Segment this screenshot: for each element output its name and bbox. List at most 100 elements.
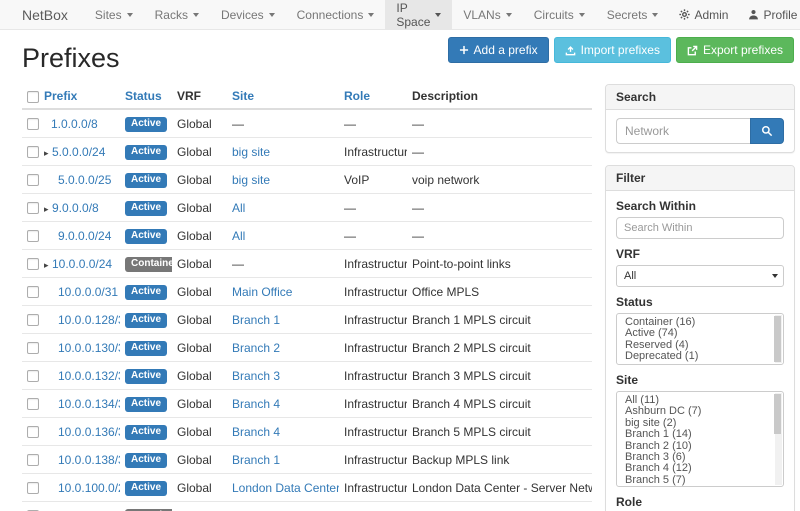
sort-link-site[interactable]: Site	[232, 89, 254, 103]
vrf-select[interactable]: All	[616, 265, 784, 287]
nav-item-secrets[interactable]: Secrets	[596, 0, 670, 29]
prefix-table-container: PrefixStatusVRFSiteRoleDescription 1.0.0…	[22, 84, 592, 511]
add-a-prefix-button[interactable]: Add a prefix	[448, 37, 549, 63]
column-header-role: Role	[339, 84, 407, 109]
site-cell: Branch 2	[227, 334, 339, 362]
site-link[interactable]: Branch 2	[232, 341, 280, 355]
option-container-16-[interactable]: Container (16)	[617, 317, 783, 328]
row-checkbox[interactable]	[27, 454, 39, 466]
nav-item-circuits[interactable]: Circuits	[523, 0, 596, 29]
option-ashburn-dc-7-[interactable]: Ashburn DC (7)	[617, 406, 783, 417]
search-within-input[interactable]	[616, 217, 784, 239]
site-link[interactable]: Branch 4	[232, 397, 280, 411]
sort-link-status[interactable]: Status	[125, 89, 162, 103]
option-active-74-[interactable]: Active (74)	[617, 328, 783, 339]
vrf-cell: Global	[172, 334, 227, 362]
nav-item-profile[interactable]: Profile	[738, 0, 800, 29]
site-cell: —	[227, 250, 339, 278]
nav-item-connections[interactable]: Connections	[286, 0, 386, 29]
site-multiselect[interactable]: All (11)Ashburn DC (7)big site (2)Branch…	[616, 391, 784, 487]
prefix-link[interactable]: 5.0.0.0/25	[58, 173, 111, 187]
scrollbar-thumb[interactable]	[774, 394, 781, 434]
nav-item-sites[interactable]: Sites	[84, 0, 144, 29]
row-checkbox[interactable]	[27, 482, 39, 494]
search-input[interactable]	[616, 118, 750, 144]
status-badge: Active	[125, 397, 167, 412]
site-link[interactable]: Branch 1	[232, 313, 280, 327]
row-checkbox[interactable]	[27, 258, 39, 270]
prefix-link[interactable]: 10.0.0.0/24	[52, 257, 112, 271]
row-checkbox[interactable]	[27, 174, 39, 186]
vrf-cell: Global	[172, 390, 227, 418]
site-link[interactable]: Branch 1	[232, 453, 280, 467]
nav-item-racks[interactable]: Racks	[144, 0, 210, 29]
row-checkbox[interactable]	[27, 370, 39, 382]
scrollbar-track[interactable]	[775, 393, 782, 485]
option-all-11-[interactable]: All (11)	[617, 395, 783, 406]
prefix-link[interactable]: 10.0.0.134/31	[58, 397, 120, 411]
caret-right-icon: ▸	[44, 260, 52, 271]
import-prefixes-button[interactable]: Import prefixes	[554, 37, 671, 63]
brand-link[interactable]: NetBox	[0, 0, 84, 29]
select-all-checkbox[interactable]	[27, 91, 39, 103]
option-branch-2-10-[interactable]: Branch 2 (10)	[617, 441, 783, 452]
prefix-link[interactable]: 10.0.0.138/31	[58, 453, 120, 467]
prefix-link[interactable]: 10.0.0.0/31	[58, 285, 118, 299]
row-checkbox[interactable]	[27, 202, 39, 214]
prefix-link[interactable]: 10.0.100.0/24	[58, 481, 120, 495]
row-checkbox[interactable]	[27, 342, 39, 354]
prefix-link[interactable]: 10.0.0.136/31	[58, 425, 120, 439]
option-big-site-2-[interactable]: big site (2)	[617, 418, 783, 429]
option-branch-3-6-[interactable]: Branch 3 (6)	[617, 452, 783, 463]
status-badge: Active	[125, 453, 167, 468]
caret-down-icon	[579, 13, 585, 17]
scrollbar-thumb[interactable]	[774, 316, 781, 362]
row-checkbox[interactable]	[27, 398, 39, 410]
prefix-link[interactable]: 9.0.0.0/24	[58, 229, 111, 243]
row-checkbox[interactable]	[27, 230, 39, 242]
row-checkbox[interactable]	[27, 146, 39, 158]
option-colo-1-2a-3-[interactable]: COLO-1-2A (3)	[617, 486, 783, 487]
nav-item-admin[interactable]: Admin	[669, 0, 738, 29]
site-link[interactable]: big site	[232, 173, 270, 187]
prefix-link[interactable]: 10.0.0.132/31	[58, 369, 120, 383]
row-checkbox[interactable]	[27, 314, 39, 326]
role-cell: Infrastructure	[339, 418, 407, 446]
role-cell: —	[339, 194, 407, 222]
search-button[interactable]	[750, 118, 784, 144]
user-nav: AdminProfileLog out	[669, 0, 800, 29]
option-branch-5-7-[interactable]: Branch 5 (7)	[617, 475, 783, 486]
site-link[interactable]: All	[232, 201, 245, 215]
row-checkbox[interactable]	[27, 286, 39, 298]
sort-link-role[interactable]: Role	[344, 89, 370, 103]
prefix-link[interactable]: 5.0.0.0/24	[52, 145, 105, 159]
status-multiselect[interactable]: Container (16)Active (74)Reserved (4)Dep…	[616, 313, 784, 365]
scrollbar-track[interactable]	[775, 315, 782, 363]
option-branch-4-12-[interactable]: Branch 4 (12)	[617, 463, 783, 474]
site-link[interactable]: big site	[232, 145, 270, 159]
row-checkbox[interactable]	[27, 426, 39, 438]
option-deprecated-1-[interactable]: Deprecated (1)	[617, 351, 783, 362]
prefix-link[interactable]: 1.0.0.0/8	[51, 117, 98, 131]
nav-item-devices[interactable]: Devices	[210, 0, 286, 29]
status-badge: Active	[125, 285, 167, 300]
site-link[interactable]: London Data Center	[232, 481, 339, 495]
option-branch-1-14-[interactable]: Branch 1 (14)	[617, 429, 783, 440]
table-row: 10.0.100.0/24 Active Global London Data …	[22, 474, 592, 502]
nav-item-vlans[interactable]: VLANs	[452, 0, 522, 29]
prefix-link[interactable]: 9.0.0.0/8	[52, 201, 99, 215]
prefix-link[interactable]: 10.0.0.130/31	[58, 341, 120, 355]
option-reserved-4-[interactable]: Reserved (4)	[617, 340, 783, 351]
row-checkbox[interactable]	[27, 118, 39, 130]
sort-link-prefix[interactable]: Prefix	[44, 89, 77, 103]
site-link[interactable]: All	[232, 229, 245, 243]
site-link[interactable]: Branch 3	[232, 369, 280, 383]
table-row: ▸10.0.0.0/24 Container Global — Infrastr…	[22, 250, 592, 278]
nav-item-ip-space[interactable]: IP Space	[385, 0, 452, 29]
description-cell: —	[407, 138, 592, 166]
export-prefixes-button[interactable]: Export prefixes	[676, 37, 794, 63]
site-link[interactable]: Main Office	[232, 285, 292, 299]
site-link[interactable]: Branch 4	[232, 425, 280, 439]
status-badge: Active	[125, 145, 167, 160]
prefix-link[interactable]: 10.0.0.128/31	[58, 313, 120, 327]
